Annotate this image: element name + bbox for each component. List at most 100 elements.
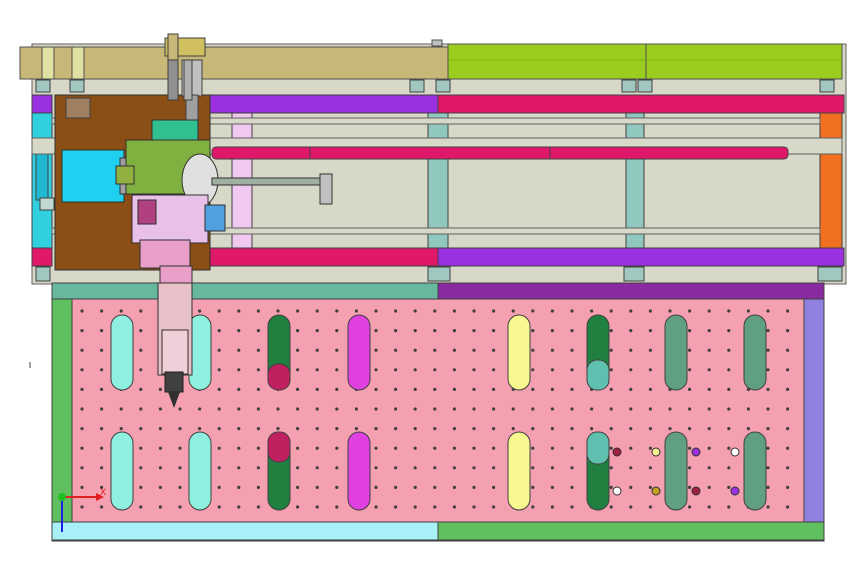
table-hole — [178, 485, 182, 489]
table-hole — [570, 485, 574, 489]
cylinder-rod — [211, 146, 789, 160]
cad-viewport[interactable]: X — [0, 0, 867, 562]
table-hole — [296, 427, 300, 431]
table-hole — [766, 348, 770, 352]
table-hole — [707, 407, 711, 411]
table-hole — [452, 485, 456, 489]
table-hole — [80, 485, 84, 489]
table-hole — [766, 329, 770, 333]
table-hole — [609, 466, 613, 470]
table-hole — [727, 446, 731, 450]
table-hole — [570, 505, 574, 509]
table-hole — [315, 387, 319, 391]
table-hole — [492, 368, 496, 372]
table-hole — [315, 348, 319, 352]
table-hole — [335, 505, 339, 509]
table-hole — [472, 348, 476, 352]
table-hole — [80, 446, 84, 450]
table-hole — [335, 368, 339, 372]
table-hole — [394, 485, 398, 489]
table-hole — [139, 387, 143, 391]
table-hole — [100, 505, 104, 509]
table-hole — [629, 368, 633, 372]
table-hole — [648, 446, 653, 450]
table-hole — [433, 446, 437, 450]
table-hole — [256, 368, 260, 372]
table-hole — [570, 387, 574, 391]
table-hole — [492, 309, 496, 313]
table-hole — [648, 427, 653, 431]
table-hole — [648, 329, 653, 333]
table-hole — [688, 446, 692, 450]
table-hole — [452, 407, 456, 411]
table-hole — [472, 309, 476, 313]
table-hole — [335, 387, 339, 391]
table-hole — [139, 466, 143, 470]
table-hole — [746, 309, 751, 313]
table-hole — [315, 485, 319, 489]
table-hole — [296, 407, 300, 411]
table-hole — [531, 466, 535, 470]
axis-x-label: X — [100, 488, 106, 498]
table-hole — [374, 446, 378, 450]
table-hole — [550, 329, 555, 333]
table-hole — [158, 407, 162, 411]
table-hole — [100, 348, 104, 352]
table-hole — [786, 309, 790, 313]
table-hole — [472, 446, 476, 450]
table-hole — [139, 348, 143, 352]
table-hole — [707, 446, 711, 450]
table-hole — [766, 485, 770, 489]
table-hole — [374, 427, 378, 431]
table-hole — [629, 485, 633, 489]
table-hole — [237, 329, 241, 333]
table-hole — [550, 387, 555, 391]
table-hole — [217, 387, 221, 391]
table-hole — [648, 387, 653, 391]
table-hole — [766, 505, 770, 509]
table-hole — [707, 485, 711, 489]
table-hole — [158, 485, 162, 489]
table-hole — [217, 466, 221, 470]
table-hole — [413, 348, 417, 352]
table-hole — [727, 505, 731, 509]
table-hole — [217, 485, 221, 489]
table-hole — [452, 329, 456, 333]
table-hole — [688, 485, 692, 489]
table-hole — [354, 407, 358, 411]
table-hole — [550, 466, 555, 470]
table-hole — [550, 368, 555, 372]
table-hole — [237, 505, 241, 509]
table-hole — [256, 427, 260, 431]
table-hole — [786, 368, 790, 372]
table-hole — [609, 329, 613, 333]
table-hole — [139, 368, 143, 372]
table-hole — [315, 466, 319, 470]
table-hole — [315, 505, 319, 509]
table-hole — [394, 348, 398, 352]
table-hole — [786, 387, 790, 391]
table-hole — [374, 309, 378, 313]
table-hole — [119, 407, 123, 411]
table-hole — [217, 427, 221, 431]
table-hole — [570, 427, 574, 431]
table-hole — [727, 466, 731, 470]
table-hole — [119, 427, 123, 431]
table-hole — [433, 485, 437, 489]
table-hole — [766, 446, 770, 450]
table-hole — [472, 427, 476, 431]
table-hole — [178, 407, 182, 411]
table-hole — [80, 387, 84, 391]
table-hole — [629, 466, 633, 470]
table-hole — [315, 446, 319, 450]
table-hole — [354, 427, 358, 431]
table-hole — [766, 387, 770, 391]
table-hole — [100, 368, 104, 372]
table-hole — [433, 407, 437, 411]
table-hole — [80, 466, 84, 470]
table-hole — [766, 309, 770, 313]
table-hole — [452, 309, 456, 313]
table-hole — [550, 505, 555, 509]
table-hole — [492, 427, 496, 431]
table-hole — [609, 387, 613, 391]
